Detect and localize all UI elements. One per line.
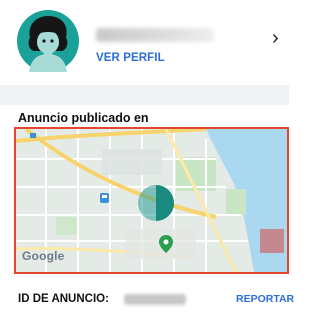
section-divider: [0, 85, 289, 105]
location-map[interactable]: Google: [14, 127, 289, 274]
seller-profile-card[interactable]: VER PERFIL ›: [0, 0, 289, 85]
woman-avatar-icon: [28, 16, 68, 72]
ad-id-value-redacted: [124, 294, 186, 305]
seller-name-redacted: [96, 28, 214, 42]
google-logo: Google: [22, 249, 65, 263]
ad-id-label: ID DE ANUNCIO:: [18, 293, 109, 305]
report-link[interactable]: REPORTAR: [236, 293, 294, 305]
view-profile-link[interactable]: VER PERFIL: [96, 52, 165, 64]
ad-location-title: Anuncio publicado en: [18, 111, 149, 125]
avatar: [17, 10, 79, 72]
chevron-right-icon[interactable]: ›: [272, 27, 279, 50]
ad-id-footer: ID DE ANUNCIO: REPORTAR: [0, 276, 294, 315]
